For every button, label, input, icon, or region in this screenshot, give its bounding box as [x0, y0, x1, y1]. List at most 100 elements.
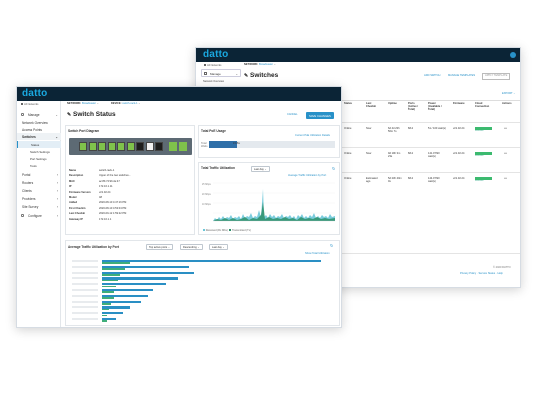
poe-details-link[interactable]: Current PoE Utilization Details	[295, 134, 330, 138]
footer-divider	[342, 253, 520, 254]
row-power: 51 / 100 watt(s)	[428, 127, 446, 130]
row-firmware: v21.02.24	[453, 127, 465, 130]
avg-bars-chart	[68, 258, 338, 324]
switches-table: Status Last Checkin Uptime Ports (Active…	[342, 100, 520, 192]
manage-templates-button[interactable]: MANAGE TEMPLATES	[448, 74, 475, 78]
traffic-range-select[interactable]: Last day ⌄	[251, 166, 270, 173]
total-utilization-link[interactable]: Show Total Utilization	[305, 252, 330, 256]
sidebar-item-port-settings[interactable]: Port Settings	[17, 155, 61, 162]
sidebar-item-providers[interactable]: Providers ›	[17, 195, 61, 202]
table-row[interactable]: Online Now 6d 4d 23h 56m 7s 8/12 51 / 10…	[342, 122, 520, 146]
traffic-utilization-panel: Total Traffic Utilization Last day ⌄ ↻ A…	[198, 162, 340, 235]
sfp-port[interactable]	[169, 142, 177, 151]
header-cloud: Cloud Connection	[475, 102, 490, 108]
footer-links[interactable]: Privacy Policy · Service Status · Help	[460, 272, 503, 276]
row-status: Online	[344, 127, 352, 130]
sfp-port[interactable]	[179, 142, 187, 151]
avg-range-select[interactable]: Last day ⌄	[209, 244, 228, 251]
row-actions-icon[interactable]: •••	[504, 177, 507, 181]
sidebar-item-switches[interactable]: Switches ⌄	[17, 133, 61, 140]
port-label-placeholder	[72, 265, 98, 268]
refresh-icon[interactable]: ↻	[330, 243, 333, 248]
refresh-icon[interactable]: ↻	[332, 166, 335, 171]
network-selector[interactable]: NETWORK: Broadcaster ⌄	[67, 102, 99, 106]
row-ports: 8/12	[408, 127, 414, 130]
sidebar-item-configure[interactable]: Configure ›	[17, 212, 61, 219]
sidebar-item-status[interactable]: Status	[17, 141, 61, 148]
table-row[interactable]: Online Now 9d 19h 3m 23s 8/12 141.07/90 …	[342, 147, 520, 171]
switch-status-window: datto All Networks Manage ⌄ Network Overv…	[16, 86, 342, 328]
datto-logo: datto	[203, 49, 229, 60]
row-checkin: Now	[366, 127, 372, 130]
top-bar: datto	[17, 87, 341, 101]
port-label-placeholder	[72, 306, 98, 309]
network-overview-link[interactable]: Network Overview	[203, 80, 224, 84]
cancel-button[interactable]: CANCEL	[287, 113, 298, 117]
switch-port[interactable]	[145, 142, 154, 151]
row-power: 144.07/90 watt(s)	[428, 177, 440, 183]
sidebar-item-tools[interactable]: Tools	[17, 162, 61, 169]
detail-key: Gateway IP	[69, 217, 83, 221]
header-actions: Actions	[502, 102, 512, 105]
port-label-placeholder	[72, 260, 98, 262]
cloud-status-text: cloud online	[475, 156, 484, 157]
sidebar-item-portal[interactable]: Portal ›	[17, 171, 61, 178]
port-label-placeholder	[72, 271, 98, 274]
cloud-status-bar	[475, 152, 492, 155]
row-actions-icon[interactable]: •••	[504, 152, 507, 156]
manage-dropdown[interactable]: Manage ⌄	[201, 69, 241, 77]
port-label-placeholder	[72, 289, 98, 291]
switch-port[interactable]	[79, 142, 87, 151]
header-last-checkin: Last Checkin	[366, 102, 377, 108]
all-networks-link[interactable]: All Networks	[21, 103, 38, 107]
row-firmware: v21.02.24	[453, 177, 465, 180]
port-tx-bar	[102, 308, 109, 311]
save-changes-button[interactable]: SAVE CHANGES	[306, 112, 334, 119]
ports-filter-select[interactable]: Top active ports ⌄	[146, 244, 174, 251]
switch-port[interactable]	[88, 142, 97, 151]
port-tx-bar	[102, 291, 114, 293]
switch-port[interactable]	[155, 142, 163, 151]
sidebar-item-clients[interactable]: Clients ›	[17, 187, 61, 194]
export-button[interactable]: EXPORT ⌄	[502, 92, 515, 96]
row-uptime: 9d 19h 3m 23s	[388, 152, 401, 158]
network-selector[interactable]: NETWORK: Broadcaster ⌄	[244, 63, 276, 67]
help-icon[interactable]	[510, 52, 516, 58]
port-tx-bar	[102, 303, 112, 305]
cloud-status-bar	[475, 177, 492, 180]
all-networks-link[interactable]: All Networks	[204, 64, 221, 68]
row-power: 141.07/90 watt(s)	[428, 152, 440, 158]
port-label-placeholder	[72, 300, 98, 303]
switch-port[interactable]	[107, 142, 116, 151]
sidebar-item-manage[interactable]: Manage ⌄	[17, 111, 61, 118]
header-uptime: Uptime	[388, 102, 397, 105]
add-switch-button[interactable]: ADD SWITCH	[424, 74, 440, 78]
switch-port[interactable]	[126, 142, 135, 151]
table-header: Status Last Checkin Uptime Ports (Active…	[342, 101, 520, 121]
port-tx-bar	[102, 297, 114, 299]
panel-title: Average Traffic Utilization by Port	[68, 245, 119, 249]
sidebar-item-site-survey[interactable]: Site Survey ›	[17, 203, 61, 210]
sort-order-select[interactable]: Descending ⌄	[180, 244, 203, 251]
sidebar-item-network-overview[interactable]: Network Overview	[17, 119, 61, 126]
svg-text:20 Mbps: 20 Mbps	[202, 194, 212, 196]
port-label-placeholder	[72, 312, 98, 315]
row-firmware: v21.02.24	[453, 152, 465, 155]
sidebar-item-switch-settings[interactable]: Switch Settings	[17, 148, 61, 155]
switch-port-diagram-panel: Switch Port Diagram Name switch-rack-1 Des…	[65, 125, 195, 235]
sidebar-item-routers[interactable]: Routers ›	[17, 179, 61, 186]
row-uptime: 6d 4d 23h 56m 7s	[388, 127, 400, 133]
cloud-status-text: cloud online	[475, 131, 484, 132]
row-actions-icon[interactable]: •••	[504, 127, 507, 131]
sidebar-item-access-points[interactable]: Access Points	[17, 126, 61, 133]
cloud-status-bar	[475, 127, 492, 130]
header-power: Power (Available / Total)	[428, 102, 442, 111]
table-row[interactable]: Online Estimated ago 5d 23h 40m 0s 8/12 …	[342, 172, 520, 196]
header-firmware: Firmware	[453, 102, 465, 105]
row-checkin: Estimated ago	[366, 177, 378, 183]
switch-port[interactable]	[117, 142, 125, 151]
apply-template-button[interactable]: APPLY TEMPLATE	[482, 73, 511, 80]
switch-port[interactable]	[98, 142, 106, 151]
device-selector[interactable]: DEVICE: switch-rack-1 ⌄	[111, 102, 140, 106]
switch-port[interactable]	[136, 142, 144, 151]
